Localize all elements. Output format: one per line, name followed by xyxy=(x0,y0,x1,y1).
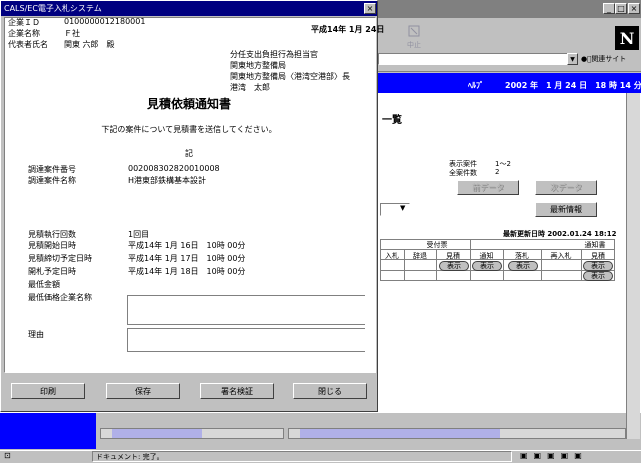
document-title: 見積依頼通知書 xyxy=(146,97,231,111)
next-data-button[interactable]: 次データ xyxy=(535,180,597,195)
last-updated-label: 最新更新日時 2002.01.24 18:12 xyxy=(503,230,617,238)
col-estimate: 見積 xyxy=(446,252,460,260)
sender-line-4: 港湾 太郎 xyxy=(230,83,270,92)
min-company-label: 最低価格企業名称 xyxy=(28,293,92,302)
rep-name-label: 代表者氏名 xyxy=(8,40,48,49)
location-field[interactable] xyxy=(378,53,568,65)
filter-select[interactable] xyxy=(380,203,410,216)
min-company-field[interactable] xyxy=(127,295,365,325)
popup-title: CALS/EC電子入札システム xyxy=(4,4,102,13)
verify-signature-button[interactable]: 署名検証 xyxy=(200,383,274,399)
company-name-label: 企業名称 xyxy=(8,29,40,38)
related-sites-label: ﾞ関連サイト xyxy=(591,55,627,63)
open-label: 開札予定日時 xyxy=(28,267,76,276)
close-button[interactable]: × xyxy=(628,3,640,14)
netscape-logo-icon[interactable]: N xyxy=(615,26,639,50)
col-notice: 通知 xyxy=(479,252,494,260)
document-date: 平成14年 1月 24日 xyxy=(311,25,385,34)
nav-panel xyxy=(0,413,96,449)
show-notice-estimate-button[interactable]: 表示 xyxy=(583,261,613,271)
open-value: 平成14年 1月 18日 10時 00分 xyxy=(128,267,246,276)
sender-line-3: 関東地方整備局〈港湾空港部〉長 xyxy=(230,72,350,81)
sender-line-2: 関東地方整備局 xyxy=(230,61,286,70)
show-award-button[interactable]: 表示 xyxy=(508,261,538,271)
notice-group-header: 通知書 xyxy=(584,241,606,249)
vertical-scrollbar[interactable] xyxy=(626,93,640,439)
status-security-icon[interactable]: ⊡ xyxy=(4,451,11,460)
refresh-button[interactable]: 最新情報 xyxy=(535,202,597,217)
close-window-button[interactable]: 閉じる xyxy=(293,383,367,399)
reason-field[interactable] xyxy=(127,328,365,352)
total-count-label: 全案件数 xyxy=(449,169,477,177)
company-id-label: 企業ＩＤ xyxy=(8,18,40,27)
ki-mark: 記 xyxy=(185,149,193,158)
status-tray-icons: ▣▣▣▣▣ xyxy=(520,451,588,460)
intro-text: 下記の案件について見積書を送信してください。 xyxy=(101,125,277,134)
popup-close-button[interactable]: × xyxy=(364,3,376,14)
deadline-value: 平成14年 1月 17日 10時 00分 xyxy=(128,254,246,263)
show-notice-estimate-button-2[interactable]: 表示 xyxy=(583,271,613,281)
case-no-value: 0020083028200100​08 xyxy=(128,164,220,173)
print-button[interactable]: 印刷 xyxy=(11,383,85,399)
start-value: 平成14年 1月 16日 10時 00分 xyxy=(128,241,246,250)
sender-line-1: 分任支出負担行為担当官 xyxy=(230,50,318,59)
company-id-value: 0100000012180001 xyxy=(64,17,146,26)
stop-icon[interactable] xyxy=(407,24,421,38)
help-link[interactable]: ﾍﾙﾌﾟ xyxy=(468,80,484,91)
related-sites-icon: ● xyxy=(581,55,592,63)
show-notice-button[interactable]: 表示 xyxy=(472,261,502,271)
save-button[interactable]: 保存 xyxy=(106,383,180,399)
col-rebid: 再入札 xyxy=(550,252,572,260)
header-datetime: 2002 年 1 月 24 日 18 時 14 分 xyxy=(505,81,641,90)
col-decline: 辞退 xyxy=(413,252,427,260)
show-estimate-button[interactable]: 表示 xyxy=(439,261,469,271)
left-scroll-thumb[interactable] xyxy=(112,429,202,438)
prev-data-button[interactable]: 前データ xyxy=(457,180,519,195)
start-label: 見積開始日時 xyxy=(28,241,76,250)
min-amount-label: 最低金額 xyxy=(28,280,60,289)
col-notice-estimate: 見積 xyxy=(591,252,605,260)
company-name-value: Ｆ社 xyxy=(64,29,80,38)
case-name-value: H港東部鉄構基本設計 xyxy=(128,176,207,185)
minimize-button[interactable]: _ xyxy=(603,3,615,14)
col-bid: 入札 xyxy=(385,252,399,260)
location-dropdown-button[interactable]: ▼ xyxy=(567,53,578,65)
status-text: ドキュメント: 完了。 xyxy=(96,453,164,461)
round-label: 見積執行回数 xyxy=(28,230,76,239)
maximize-button[interactable]: □ xyxy=(615,3,627,14)
case-no-label: 調達案件番号 xyxy=(28,165,76,174)
col-award: 落札 xyxy=(515,252,529,260)
deadline-label: 見積締切予定日時 xyxy=(28,254,92,263)
chevron-down-icon[interactable]: ▼ xyxy=(400,204,405,212)
related-sites-link[interactable]: ●ﾞ関連サイト xyxy=(581,54,626,64)
reason-label: 理由 xyxy=(28,330,44,339)
rep-name-value: 関東 六郎 殿 xyxy=(64,40,115,49)
case-name-label: 調達案件名称 xyxy=(28,176,76,185)
stop-label[interactable]: 中止 xyxy=(407,40,421,50)
page-title: 一覧 xyxy=(382,115,402,126)
round-value: 1回目 xyxy=(128,230,150,239)
total-count-value: 2 xyxy=(495,168,500,176)
receipt-group-header: 受付票 xyxy=(426,241,448,249)
right-scroll-thumb[interactable] xyxy=(300,429,500,438)
